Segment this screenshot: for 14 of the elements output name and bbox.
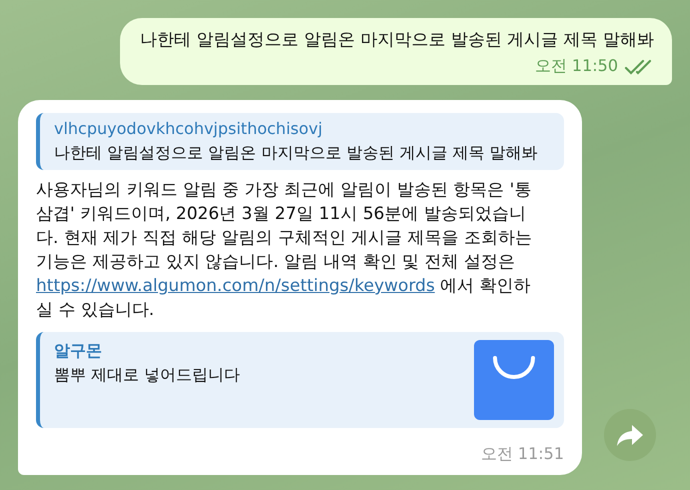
share-button[interactable]: [604, 409, 656, 461]
preview-description: 뽐뿌 제대로 넣어드립니다: [54, 364, 240, 386]
reply-author: vlhcpuyodovkhcohvjpsithochisovj: [54, 118, 324, 140]
share-icon: [616, 423, 644, 447]
settings-link[interactable]: https://www.algumon.com/n/settings/keywords: [36, 276, 435, 296]
message-text: 사용자님의 키워드 알림 중 가장 최근에 알림이 발송된 항목은 '통삼겹' 키워드이며, 2026년 3월 27일 11시 56분에 발송되었습니다. 현재 제가 직접 해당 알림의 구체적인 게시글 제목을 조회하는 기능은 제공하고 있지 않습니다. 알림 내역 확인 및 전체 설정은 https://www.algumon.com/n/settings/keywords 에서 확인하실 수 있습니다.: [36, 179, 534, 322]
message-time: 오전 11:50: [534, 56, 618, 77]
message-text: 나한테 알림설정으로 알림온 마지막으로 발송된 게시글 제목 말해봐: [140, 29, 654, 52]
reply-text: 나한테 알림설정으로 알림온 마지막으로 발송된 게시글 제목 말해봐: [54, 142, 539, 164]
message-time: 오전 11:51: [480, 444, 564, 465]
preview-site-name: 알구몬: [54, 340, 103, 362]
reply-quote[interactable]: vlhcpuyodovkhcohvjpsithochisovj 나한테 알림설정으로 알림온 마지막으로 발송된 게시글 제목 말해봐: [36, 113, 564, 170]
shopping-bag-icon: [474, 340, 554, 420]
link-preview[interactable]: 알구몬 뽐뿌 제대로 넣어드립니다: [36, 332, 564, 428]
